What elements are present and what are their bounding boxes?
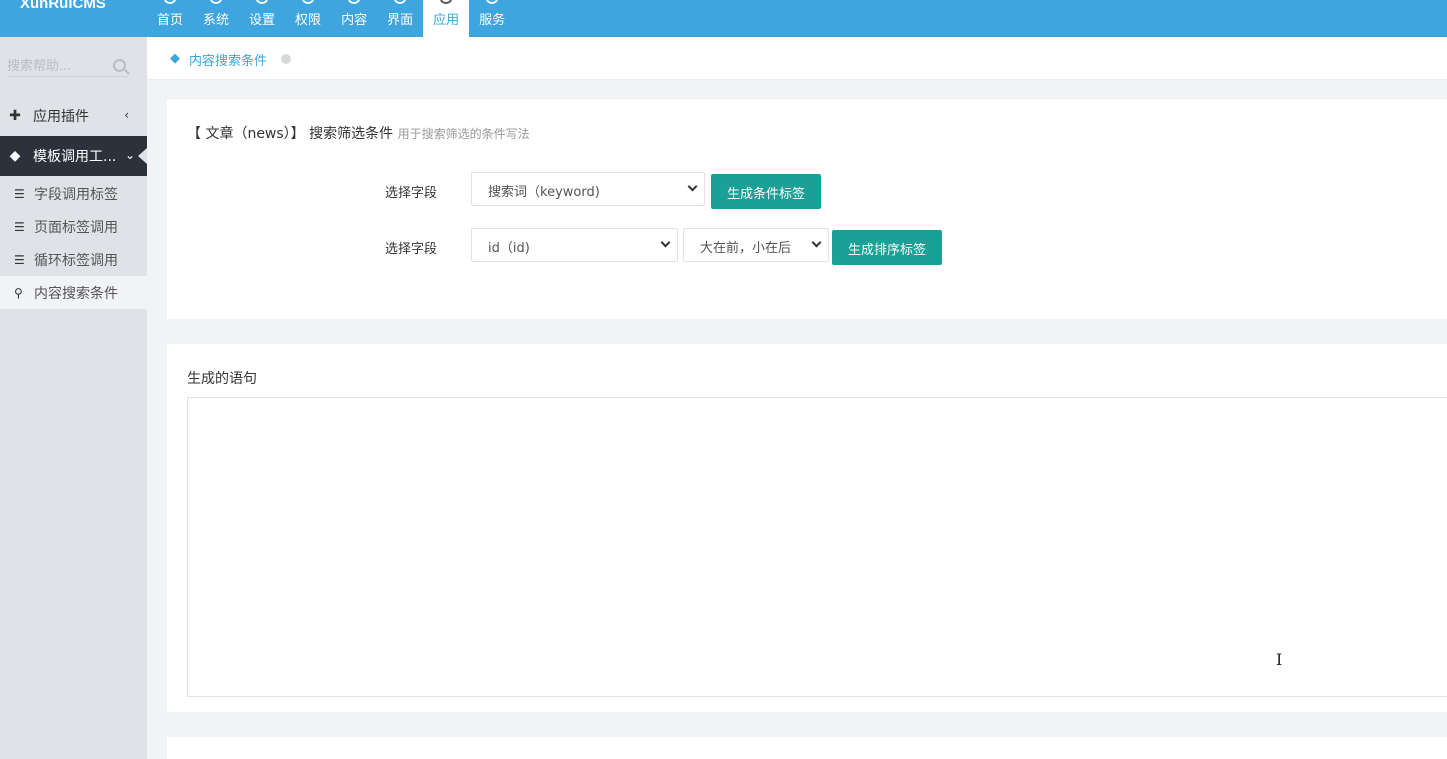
search-icon: ⚲: [14, 285, 23, 300]
panel-subtitle: 用于搜索筛选的条件写法: [397, 127, 530, 141]
nav-service[interactable]: 服务: [469, 0, 515, 37]
sidebar-item-loop-tags[interactable]: ☰ 循环标签调用: [0, 243, 147, 276]
search-input[interactable]: 搜索帮助...: [7, 55, 71, 74]
tag-icon: ◆: [170, 51, 180, 66]
order-direction-select[interactable]: 大在前，小在后: [683, 228, 829, 262]
field-label: 选择字段: [385, 186, 438, 201]
condition-panel: 【 文章（news）】 搜索筛选条件 用于搜索筛选的条件写法 选择字段 搜索词（…: [167, 99, 1447, 319]
sidebar-item-plugins[interactable]: ✚ 应用插件 ‹: [0, 96, 147, 136]
list-icon: ☰: [14, 219, 25, 234]
chevron-down-icon: [687, 181, 698, 192]
sidebar-item-field-tags[interactable]: ☰ 字段调用标签: [0, 177, 147, 210]
logo[interactable]: XunRuiCMS: [0, 0, 147, 37]
nav-settings[interactable]: 设置: [239, 0, 285, 37]
condition-field-select[interactable]: 搜索词（keyword): [471, 172, 705, 206]
output-panel: 生成的语句: [167, 344, 1447, 712]
sidebar-item-page-tags[interactable]: ☰ 页面标签调用: [0, 210, 147, 243]
breadcrumb: ◆ 内容搜索条件: [147, 37, 1447, 80]
panel-title: 【 文章（news）】 搜索筛选条件 用于搜索筛选的条件写法: [187, 126, 530, 142]
tag-icon: ◆: [9, 148, 21, 164]
chevron-down-icon: ⌄: [124, 148, 135, 162]
generate-condition-button[interactable]: 生成条件标签: [711, 174, 821, 209]
main-nav: 首页 系统 设置 权限 内容 界面 应用 服务: [147, 0, 515, 37]
chevron-down-icon: [811, 237, 822, 248]
sidebar-item-search-conditions[interactable]: ⚲ 内容搜索条件: [0, 276, 147, 309]
logo-text: XunRuiCMS: [20, 0, 106, 12]
next-panel: [167, 737, 1447, 759]
nav-system[interactable]: 系统: [193, 0, 239, 37]
output-label: 生成的语句: [187, 371, 257, 387]
sidebar: 搜索帮助... ✚ 应用插件 ‹ ◆ 模板调用工... ⌄ ☰ 字段调用标签 ☰…: [0, 37, 147, 759]
nav-interface[interactable]: 界面: [377, 0, 423, 37]
top-navbar: XunRuiCMS 首页 系统 设置 权限 内容 界面 应用 服务: [0, 0, 1447, 37]
sidebar-item-template-tools[interactable]: ◆ 模板调用工... ⌄: [0, 136, 147, 176]
puzzle-icon: ✚: [9, 108, 21, 124]
list-icon: ☰: [14, 252, 25, 267]
search-icon[interactable]: [113, 59, 126, 72]
nav-apps[interactable]: 应用: [423, 0, 470, 37]
text-cursor-icon: I: [1276, 650, 1283, 669]
sidebar-search[interactable]: 搜索帮助...: [7, 51, 128, 77]
nav-home[interactable]: 首页: [147, 0, 193, 37]
chevron-left-icon: ‹: [124, 108, 129, 122]
breadcrumb-item[interactable]: 内容搜索条件: [189, 50, 267, 69]
generate-order-button[interactable]: 生成排序标签: [832, 230, 942, 265]
output-textarea[interactable]: [187, 397, 1447, 697]
nav-permissions[interactable]: 权限: [285, 0, 331, 37]
list-icon: ☰: [14, 186, 25, 201]
order-field-select[interactable]: id（id): [471, 228, 678, 262]
breadcrumb-dot: [281, 54, 291, 64]
nav-content[interactable]: 内容: [331, 0, 377, 37]
field-label: 选择字段: [385, 242, 438, 257]
chevron-down-icon: [660, 237, 671, 248]
